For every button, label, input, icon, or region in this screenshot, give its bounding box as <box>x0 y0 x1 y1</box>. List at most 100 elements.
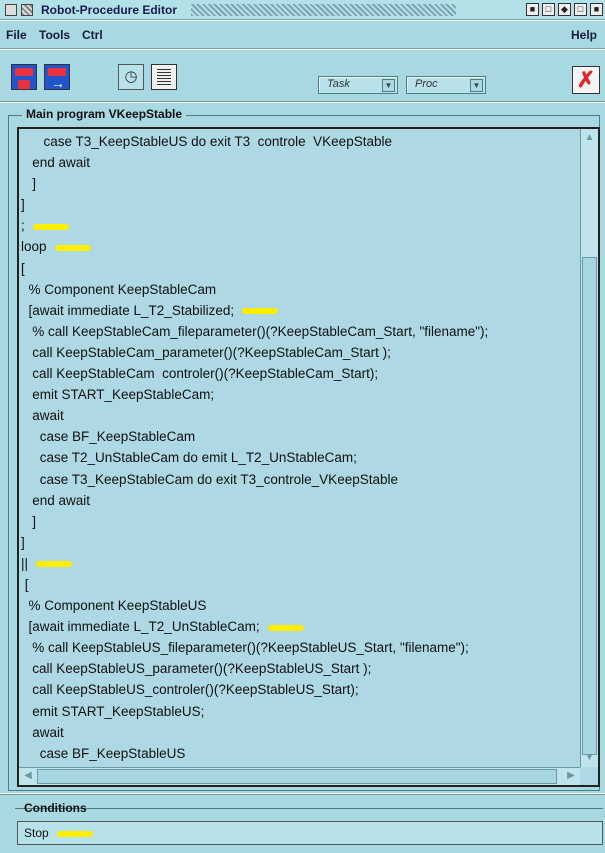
code-line[interactable]: % Component KeepStableUS <box>21 595 581 616</box>
code-line[interactable]: % call KeepStableCam_fileparameter()(?Ke… <box>21 321 581 342</box>
code-line[interactable]: ] <box>21 173 581 194</box>
code-line-text: await <box>21 724 64 740</box>
window-control-icon-1[interactable]: ■ <box>526 3 539 16</box>
code-line[interactable]: emit START_KeepStableUS; <box>21 701 581 722</box>
code-line[interactable]: call KeepStableCam_parameter()(?KeepStab… <box>21 342 581 363</box>
code-line-text: end await <box>21 492 91 508</box>
code-line[interactable]: case BF_KeepStableCam <box>21 426 581 447</box>
proc-combo[interactable]: Proc ▼ <box>406 76 486 94</box>
highlight-marker <box>54 244 91 251</box>
code-line[interactable]: case T3_KeepStableUS do exit T3 controle… <box>21 131 581 152</box>
code-line[interactable]: end await <box>21 152 581 173</box>
code-line[interactable]: call KeepStableUS_parameter()(?KeepStabl… <box>21 658 581 679</box>
code-line[interactable]: case BF_KeepStableUS <box>21 743 581 763</box>
code-line[interactable]: await <box>21 405 581 426</box>
title-bar: Robot-Procedure Editor ■ □ ◆ □ ■ <box>0 0 605 20</box>
code-line-text: await <box>21 408 64 424</box>
code-line-text: ] <box>21 176 37 192</box>
code-line-text: call KeepStableUS_parameter()(?KeepStabl… <box>21 661 372 677</box>
menu-ctrl[interactable]: Ctrl <box>82 28 103 42</box>
code-line[interactable]: % Component KeepStableCam <box>21 279 581 300</box>
document-icon[interactable] <box>151 64 177 90</box>
vertical-scrollbar[interactable]: ▲ ▼ <box>580 129 598 767</box>
code-text[interactable]: case T3_KeepStableUS do exit T3 controle… <box>21 131 581 763</box>
scroll-up-icon[interactable]: ▲ <box>582 130 597 146</box>
code-line-text: emit START_KeepStableCam; <box>21 387 215 403</box>
main-program-panel: Main program VKeepStable case T3_KeepSta… <box>0 103 605 793</box>
code-line[interactable]: end await <box>21 490 581 511</box>
window-control-icon-3[interactable]: ◆ <box>558 3 571 16</box>
code-line[interactable]: [ <box>21 258 581 279</box>
clock-icon[interactable]: ◷ <box>118 64 144 90</box>
toolbar: ◷ Task ▼ Proc ▼ ✗ <box>0 50 605 102</box>
conditions-title: Conditions <box>24 801 87 815</box>
code-line[interactable]: call KeepStableCam controler()(?KeepStab… <box>21 363 581 384</box>
save-icon[interactable] <box>11 64 37 90</box>
code-line-text: case T3_KeepStableCam do exit T3_control… <box>21 471 398 487</box>
code-line-text: case T3_KeepStableUS do exit T3 controle… <box>21 134 392 149</box>
code-line[interactable]: % call KeepStableUS_fileparameter()(?Kee… <box>21 637 581 658</box>
code-line-text: [ <box>21 260 25 276</box>
code-line-text: emit START_KeepStableUS; <box>21 703 205 719</box>
highlight-marker <box>56 830 93 837</box>
window-control-icon-5[interactable]: ■ <box>590 3 603 16</box>
code-line[interactable]: ] <box>21 511 581 532</box>
scroll-down-icon[interactable]: ▼ <box>582 750 597 766</box>
horizontal-scrollbar[interactable]: ◀ ▶ <box>19 767 580 785</box>
code-line-text: end await <box>21 155 91 171</box>
menu-bar: File Tools Ctrl Help <box>0 21 605 49</box>
code-line[interactable]: case T3_KeepStableCam do exit T3_control… <box>21 469 581 490</box>
scroll-left-icon[interactable]: ◀ <box>20 768 36 784</box>
task-combo[interactable]: Task ▼ <box>318 76 398 94</box>
menu-help[interactable]: Help <box>571 28 597 42</box>
scroll-right-icon[interactable]: ▶ <box>563 768 579 784</box>
code-line-text: [await immediate L_T2_Stabilized; <box>21 302 235 318</box>
code-line[interactable]: loop <box>21 236 581 257</box>
code-line-text: % Component KeepStableUS <box>21 598 207 614</box>
proc-combo-label: Proc <box>415 78 438 90</box>
highlight-marker <box>32 223 69 230</box>
code-line-text: % Component KeepStableCam <box>21 281 217 297</box>
window-menu-icon[interactable] <box>5 3 17 16</box>
code-line-text: loop <box>21 239 47 255</box>
code-line-text: % call KeepStableUS_fileparameter()(?Kee… <box>21 640 469 656</box>
code-line[interactable]: ] <box>21 194 581 215</box>
highlight-marker <box>36 561 73 568</box>
code-line-text: call KeepStableCam controler()(?KeepStab… <box>21 366 379 382</box>
highlight-marker <box>242 308 279 315</box>
main-program-title: Main program VKeepStable <box>22 107 187 121</box>
conditions-value: Stop <box>24 826 49 840</box>
code-line-text: call KeepStableCam_parameter()(?KeepStab… <box>21 344 391 360</box>
code-line[interactable]: call KeepStableUS_controler()(?KeepStabl… <box>21 679 581 700</box>
task-combo-label: Task <box>327 78 350 90</box>
code-line[interactable]: [ <box>21 574 581 595</box>
code-line[interactable]: ] <box>21 532 581 553</box>
code-line-text: % call KeepStableCam_fileparameter()(?Ke… <box>21 323 489 339</box>
code-line-text: call KeepStableUS_controler()(?KeepStabl… <box>21 682 359 698</box>
window-control-icon-2[interactable]: □ <box>542 3 555 16</box>
vertical-scroll-thumb[interactable] <box>582 257 597 755</box>
exit-x-icon[interactable]: ✗ <box>572 66 600 94</box>
code-line-text: ] <box>21 534 25 550</box>
horizontal-scroll-thumb[interactable] <box>37 769 557 784</box>
window-title: Robot-Procedure Editor <box>41 2 178 17</box>
chevron-down-icon[interactable]: ▼ <box>470 79 483 92</box>
save-as-icon[interactable] <box>44 64 70 91</box>
conditions-panel: Conditions Stop <box>0 794 605 853</box>
menu-file[interactable]: File <box>6 28 27 42</box>
conditions-field[interactable]: Stop <box>17 821 603 845</box>
pattern-icon <box>21 3 33 16</box>
code-editor[interactable]: case T3_KeepStableUS do exit T3 controle… <box>17 127 600 787</box>
chevron-down-icon[interactable]: ▼ <box>382 79 395 92</box>
code-line[interactable]: case T2_UnStableCam do emit L_T2_UnStabl… <box>21 447 581 468</box>
code-line[interactable]: emit START_KeepStableCam; <box>21 384 581 405</box>
code-line[interactable]: await <box>21 722 581 743</box>
title-bar-hatch <box>191 3 456 16</box>
menu-tools[interactable]: Tools <box>39 28 70 42</box>
code-line[interactable]: [await immediate L_T2_UnStableCam; <box>21 616 581 637</box>
code-line[interactable]: [await immediate L_T2_Stabilized; <box>21 300 581 321</box>
code-line-text: [ <box>21 576 29 592</box>
code-line[interactable]: ; <box>21 215 581 236</box>
code-line[interactable]: || <box>21 553 581 574</box>
window-control-icon-4[interactable]: □ <box>574 3 587 16</box>
